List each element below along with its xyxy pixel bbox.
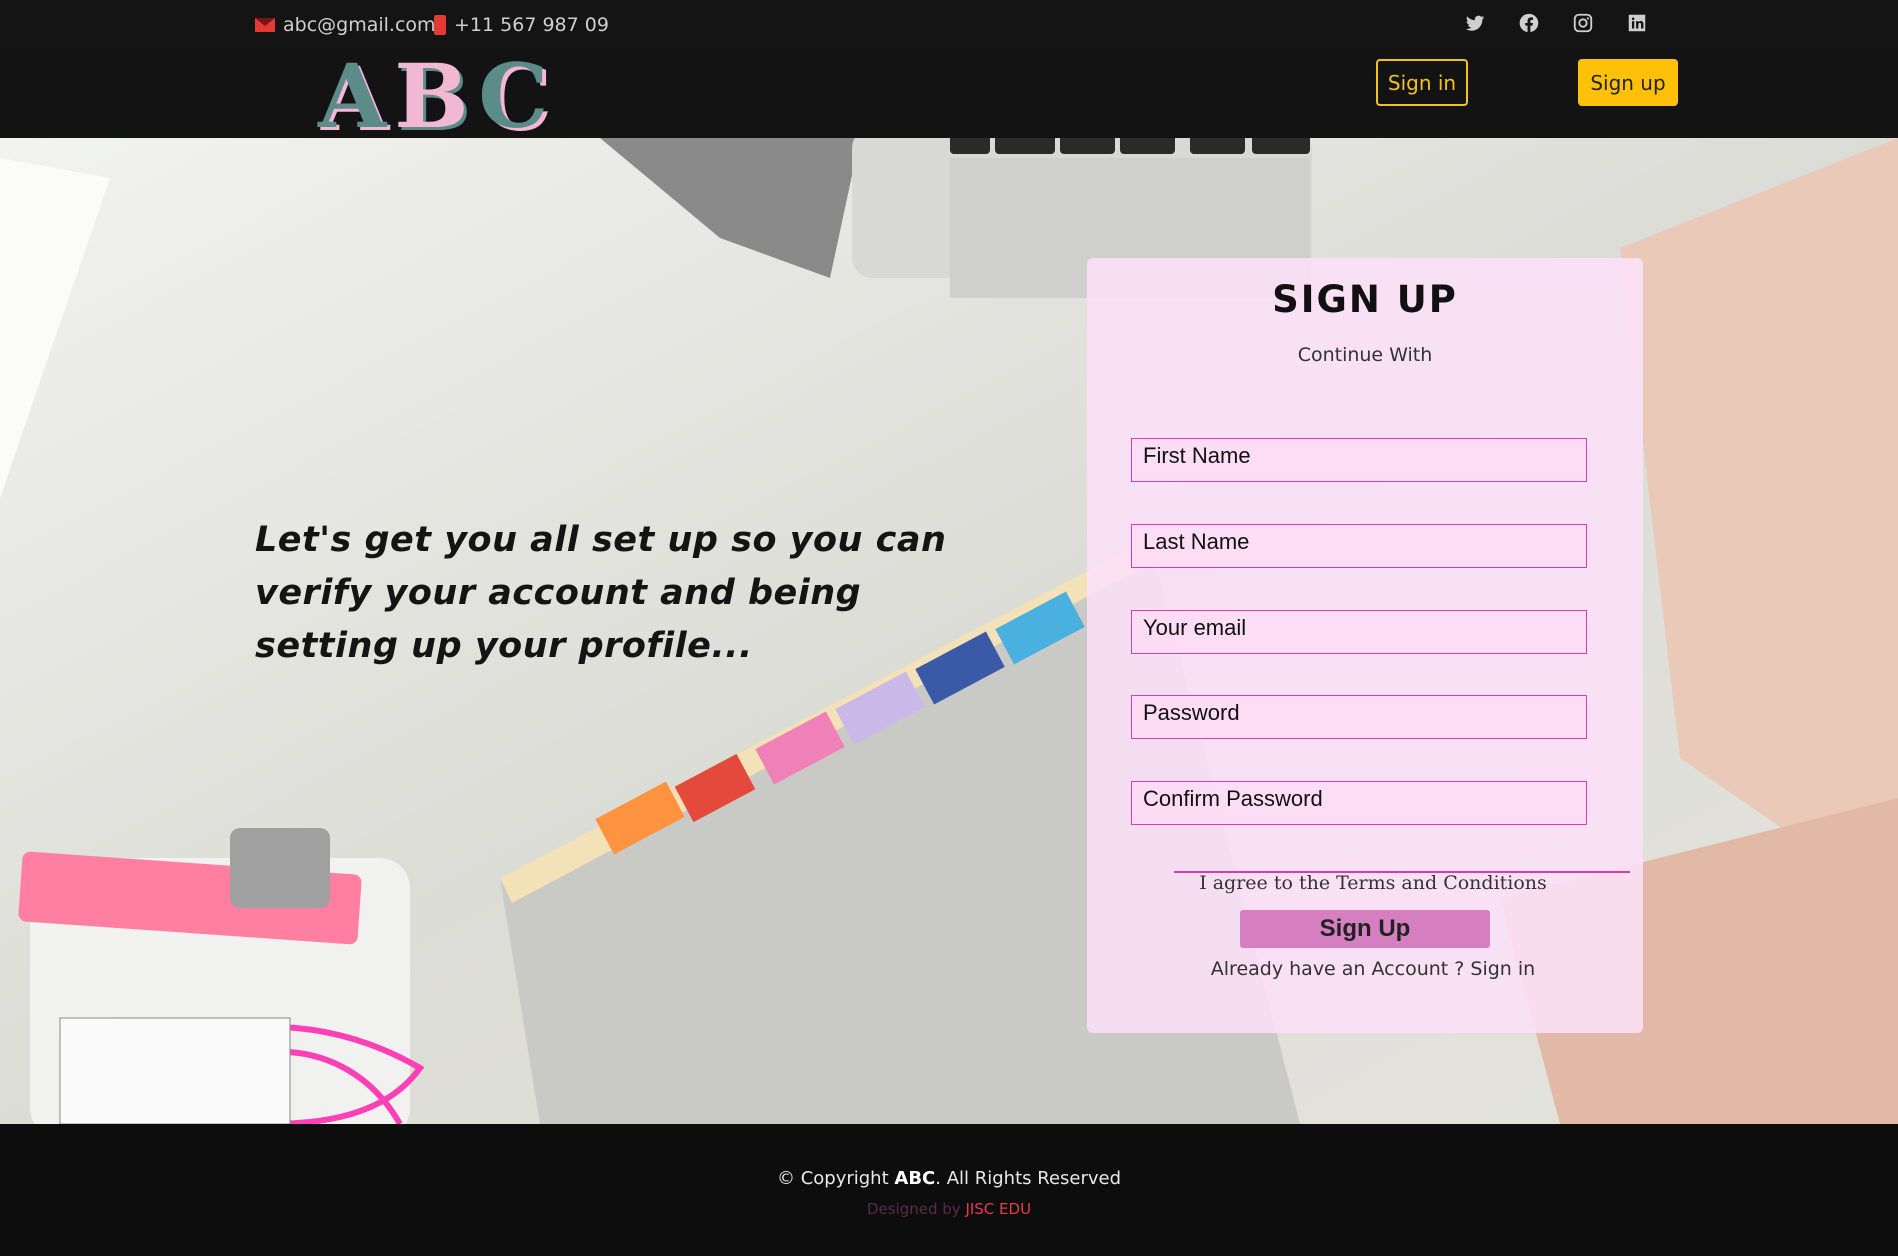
copyright-text: © Copyright ABC. All Rights Reserved (0, 1168, 1898, 1189)
logo-letter: C (478, 44, 557, 148)
signup-title: SIGN UP (1272, 278, 1458, 321)
contact-phone-text: +11 567 987 09 (454, 14, 609, 36)
navbar: ABC Sign in Sign up (0, 44, 1898, 148)
designed-by-label: Designed by (866, 1200, 961, 1218)
continue-with-text: Continue With (1297, 344, 1433, 366)
phone-icon (434, 15, 446, 35)
social-links (1464, 12, 1648, 34)
first-name-input[interactable] (1131, 438, 1587, 482)
copyright-suffix: . All Rights Reserved (935, 1168, 1122, 1189)
copyright-brand: ABC (894, 1168, 936, 1189)
nav-signup-button[interactable]: Sign up (1578, 59, 1678, 106)
logo-letter: B (394, 44, 479, 148)
mail-icon (255, 18, 275, 32)
instagram-icon[interactable] (1572, 12, 1594, 34)
designer-link[interactable]: JISC EDU (965, 1200, 1031, 1218)
signin-link[interactable]: Already have an Account ? Sign in (1087, 958, 1643, 980)
facebook-icon[interactable] (1518, 12, 1540, 34)
top-contact-bar: abc@gmail.com +11 567 987 09 (0, 0, 1898, 50)
terms-label[interactable]: I agree to the Terms and Conditions (1087, 872, 1643, 894)
brand-logo[interactable]: ABC (318, 44, 556, 148)
contact-email-text: abc@gmail.com (283, 14, 436, 36)
contact-phone[interactable]: +11 567 987 09 (434, 14, 609, 36)
linkedin-icon[interactable] (1626, 12, 1648, 34)
signup-submit-button[interactable]: Sign Up (1240, 910, 1490, 948)
twitter-icon[interactable] (1464, 12, 1486, 34)
designed-by-text: Designed by JISC EDU (0, 1200, 1898, 1218)
last-name-input[interactable] (1131, 524, 1587, 568)
password-input[interactable] (1131, 695, 1587, 739)
contact-email[interactable]: abc@gmail.com (255, 14, 436, 36)
nav-signin-button[interactable]: Sign in (1376, 59, 1468, 106)
email-input[interactable] (1131, 610, 1587, 654)
signup-card: SIGN UP Continue With I agree to the Ter… (1087, 258, 1643, 1033)
confirm-password-input[interactable] (1131, 781, 1587, 825)
footer: © Copyright ABC. All Rights Reserved Des… (0, 1124, 1898, 1256)
logo-letter: A (318, 44, 395, 148)
hero-tagline: Let's get you all set up so you can veri… (255, 520, 947, 666)
copyright-prefix: © Copyright (776, 1168, 889, 1189)
